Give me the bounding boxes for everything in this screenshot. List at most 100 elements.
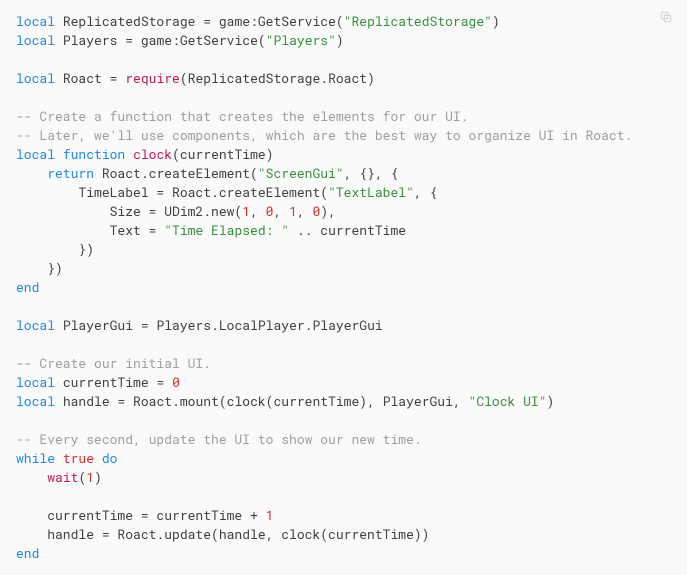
code-line: Text = "Time Elapsed: " .. currentTime xyxy=(16,221,406,239)
code-line: local Roact = require(ReplicatedStorage.… xyxy=(16,69,375,87)
token-id xyxy=(55,145,63,163)
token-fn: wait xyxy=(47,468,78,486)
token-id: handle xyxy=(55,392,117,410)
token-str: "Clock UI" xyxy=(469,392,547,410)
token-id: }) xyxy=(16,259,63,277)
token-id: , xyxy=(273,202,289,220)
token-com: -- Every second, update the UI to show o… xyxy=(16,430,422,448)
token-num: true xyxy=(63,449,94,467)
token-num: 1 xyxy=(266,506,274,524)
token-id: (ReplicatedStorage.Roact) xyxy=(180,69,375,87)
code-line: -- Every second, update the UI to show o… xyxy=(16,430,422,448)
token-kw: end xyxy=(16,544,39,562)
token-id: ) xyxy=(94,468,102,486)
token-kw: do xyxy=(102,449,118,467)
token-id: TimeLabel = Roact.createElement( xyxy=(16,183,328,201)
token-id xyxy=(94,449,102,467)
token-num: 1 xyxy=(86,468,94,486)
code-line: end xyxy=(16,278,39,296)
code-line: local currentTime = 0 xyxy=(16,373,180,391)
code-line: TimeLabel = Roact.createElement("TextLab… xyxy=(16,183,437,201)
token-com: -- Create a function that creates the el… xyxy=(16,107,468,125)
code-line: handle = Roact.update(handle, clock(curr… xyxy=(16,525,429,543)
token-id: :GetService( xyxy=(172,31,266,49)
token-kw: local xyxy=(16,69,55,87)
code-line: local handle = Roact.mount(clock(current… xyxy=(16,392,554,410)
code-line: }) xyxy=(16,240,94,258)
code-line: Size = UDim2.new(1, 0, 1, 0), xyxy=(16,202,336,220)
token-id: :GetService( xyxy=(250,12,344,30)
token-kw: return xyxy=(47,164,94,182)
token-id xyxy=(164,373,172,391)
code-line: -- Create our initial UI. xyxy=(16,354,211,372)
token-num: 1 xyxy=(289,202,297,220)
token-kw: end xyxy=(16,278,39,296)
token-id xyxy=(16,164,47,182)
token-id: .. currentTime xyxy=(289,221,406,239)
token-fn: require xyxy=(125,69,180,87)
code-line: end xyxy=(16,544,39,562)
token-id xyxy=(125,145,133,163)
token-str: "ScreenGui" xyxy=(258,164,344,182)
token-id: , xyxy=(297,202,313,220)
token-id: Players xyxy=(55,31,125,49)
token-str: "ReplicatedStorage" xyxy=(344,12,492,30)
token-id: (currentTime) xyxy=(172,145,273,163)
code-line: local Players = game:GetService("Players… xyxy=(16,31,344,49)
token-id: , xyxy=(250,202,266,220)
code-line: }) xyxy=(16,259,63,277)
token-id: ) xyxy=(547,392,555,410)
token-id: }) xyxy=(16,240,94,258)
token-id: currentTime xyxy=(55,373,156,391)
token-id: , { xyxy=(414,183,437,201)
copy-icon[interactable] xyxy=(659,10,673,24)
code-line: while true do xyxy=(16,449,117,467)
token-id: ) xyxy=(492,12,500,30)
token-kw: local xyxy=(16,392,55,410)
token-str: "Time Elapsed: " xyxy=(164,221,289,239)
token-id: game xyxy=(133,31,172,49)
token-com: -- Later, we'll use components, which ar… xyxy=(16,126,632,144)
token-id: ReplicatedStorage xyxy=(55,12,203,30)
token-id xyxy=(55,449,63,467)
code-line: local ReplicatedStorage = game:GetServic… xyxy=(16,12,500,30)
code-line: -- Create a function that creates the el… xyxy=(16,107,468,125)
token-str: "TextLabel" xyxy=(328,183,414,201)
token-id: Roact xyxy=(55,69,110,87)
token-num: 0 xyxy=(172,373,180,391)
token-id: = xyxy=(141,316,149,334)
token-fn: clock xyxy=(133,145,172,163)
token-id: , {}, { xyxy=(344,164,399,182)
token-kw: local xyxy=(16,373,55,391)
token-kw: local xyxy=(16,12,55,30)
token-id: Roact.createElement( xyxy=(94,164,258,182)
token-kw: while xyxy=(16,449,55,467)
code-line: wait(1) xyxy=(16,468,102,486)
token-num: 1 xyxy=(242,202,250,220)
code-line: local function clock(currentTime) xyxy=(16,145,274,163)
code-block: local ReplicatedStorage = game:GetServic… xyxy=(16,12,671,563)
token-id: PlayerGui xyxy=(55,316,141,334)
token-kw: function xyxy=(63,145,125,163)
token-str: "Players" xyxy=(266,31,336,49)
token-com: -- Create our initial UI. xyxy=(16,354,211,372)
code-line: currentTime = currentTime + 1 xyxy=(16,506,273,524)
token-id: ) xyxy=(336,31,344,49)
token-id: Size = UDim2.new( xyxy=(16,202,242,220)
token-id: ), xyxy=(320,202,336,220)
token-id: game xyxy=(211,12,250,30)
token-id: Roact.mount(clock(currentTime), PlayerGu… xyxy=(125,392,468,410)
code-line: local PlayerGui = Players.LocalPlayer.Pl… xyxy=(16,316,383,334)
token-id: handle = Roact.update(handle, clock(curr… xyxy=(16,525,429,543)
token-id: = xyxy=(203,12,211,30)
code-line: return Roact.createElement("ScreenGui", … xyxy=(16,164,398,182)
token-id: = xyxy=(125,31,133,49)
token-kw: local xyxy=(16,31,55,49)
token-id: Text = xyxy=(16,221,164,239)
token-kw: local xyxy=(16,145,55,163)
token-id: currentTime = currentTime + xyxy=(16,506,266,524)
token-kw: local xyxy=(16,316,55,334)
token-id: Players.LocalPlayer.PlayerGui xyxy=(149,316,383,334)
token-id xyxy=(16,468,47,486)
code-line: -- Later, we'll use components, which ar… xyxy=(16,126,632,144)
